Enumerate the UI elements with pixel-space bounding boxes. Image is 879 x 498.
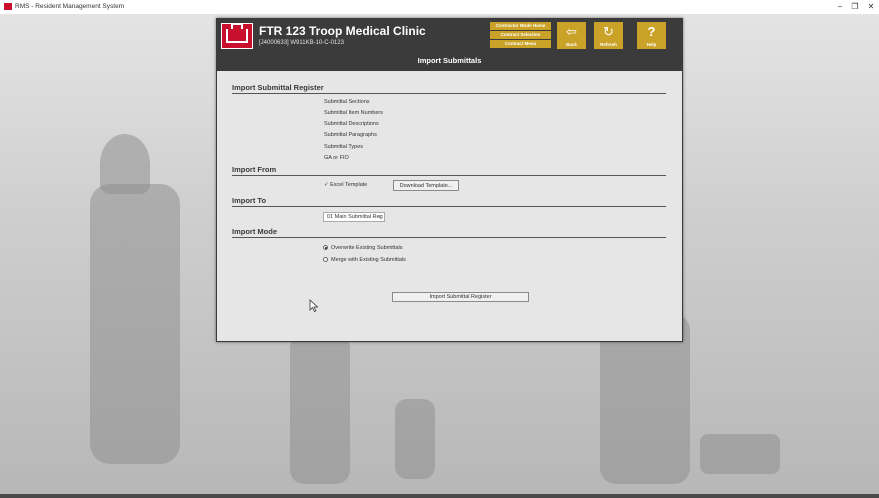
nav-stack: Contractor Mode Home Contract Selection …	[490, 22, 551, 49]
radio-selected-icon	[323, 245, 328, 251]
refresh-icon: ↻	[603, 24, 614, 39]
merge-label: Merge with Existing Submittals	[331, 257, 406, 263]
section-import-from: Import From	[232, 165, 666, 176]
mouse-cursor-icon	[309, 299, 319, 313]
status-bar	[0, 494, 879, 498]
app-logo-icon	[4, 3, 12, 10]
project-title: FTR 123 Troop Medical Clinic	[259, 24, 426, 38]
worker-silhouette	[90, 184, 180, 464]
back-label: Back	[566, 42, 577, 47]
refresh-label: Refresh	[600, 42, 617, 47]
overwrite-radio[interactable]: Overwrite Existing Submittals	[323, 245, 403, 251]
contract-menu-button[interactable]: Contract Menu	[490, 40, 551, 48]
register-item: Submittal Types	[324, 144, 364, 150]
back-button[interactable]: ⇦ Back	[557, 22, 586, 49]
chevron-down-icon: ▾	[378, 214, 381, 220]
select-value: 01 Main Submittal Reg	[327, 214, 383, 220]
equipment-silhouette	[700, 434, 780, 474]
help-label: Help	[646, 42, 657, 47]
section-import-register: Import Submittal Register	[232, 83, 666, 94]
minimize-button[interactable]: –	[833, 2, 847, 11]
app-header: FTR 123 Troop Medical Clinic [J4000633] …	[217, 19, 682, 53]
register-item: Submittal Item Numbers	[324, 110, 383, 116]
excel-template-label: Excel Template	[330, 182, 368, 188]
close-button[interactable]: ✕	[864, 2, 878, 11]
register-item: Submittal Paragraphs	[324, 132, 377, 138]
contractor-mode-home-button[interactable]: Contractor Mode Home	[490, 22, 551, 30]
window-titlebar: RMS - Resident Management System – ❐ ✕	[0, 0, 879, 14]
excel-template-checkbox[interactable]: ✓ Excel Template	[324, 182, 367, 188]
back-arrow-icon: ⇦	[566, 24, 577, 39]
window-title: RMS - Resident Management System	[15, 3, 125, 10]
refresh-button[interactable]: ↻ Refresh	[594, 22, 623, 49]
register-item: GA or FIO	[324, 155, 349, 161]
main-panel: FTR 123 Troop Medical Clinic [J4000633] …	[216, 18, 683, 342]
worker-silhouette	[395, 399, 435, 479]
contract-selection-button[interactable]: Contract Selection	[490, 31, 551, 39]
project-contract-number: [J4000633] W911KB-10-C-0123	[259, 40, 344, 46]
restore-button[interactable]: ❐	[848, 2, 862, 11]
merge-radio[interactable]: Merge with Existing Submittals	[323, 257, 406, 263]
submittal-register-select[interactable]: 01 Main Submittal Reg ▾	[323, 212, 385, 222]
section-import-to: Import To	[232, 196, 666, 207]
page-title: Import Submittals	[217, 53, 682, 71]
section-import-mode: Import Mode	[232, 227, 666, 238]
checkmark-icon: ✓	[324, 182, 329, 188]
help-button[interactable]: ? Help	[637, 22, 666, 49]
castle-logo-icon	[221, 23, 253, 49]
radio-unselected-icon	[323, 257, 328, 263]
register-item: Submittal Descriptions	[324, 121, 379, 127]
overwrite-label: Overwrite Existing Submittals	[331, 245, 403, 251]
help-icon: ?	[647, 24, 656, 39]
download-template-button[interactable]: Download Template...	[393, 180, 459, 191]
import-submittal-register-button[interactable]: Import Submittal Register	[392, 292, 529, 302]
register-item: Submittal Sections	[324, 99, 370, 105]
worker-silhouette	[290, 334, 350, 484]
